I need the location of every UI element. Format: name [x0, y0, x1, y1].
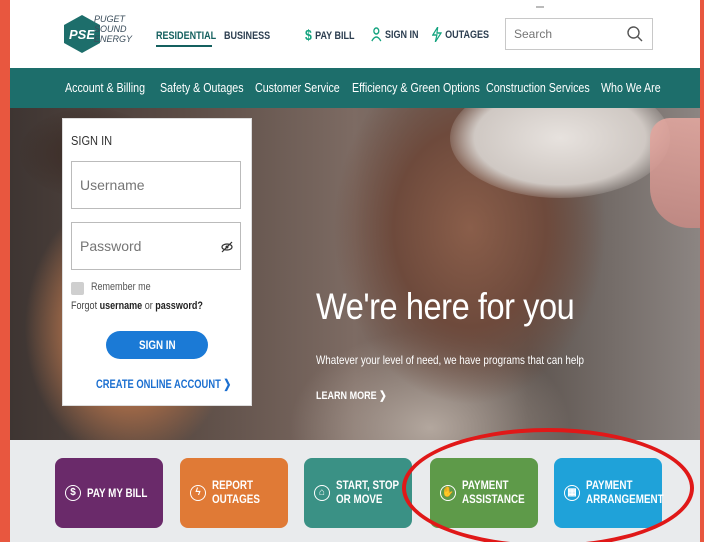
search-icon[interactable] [626, 25, 644, 43]
nav-efficiency-green[interactable]: Efficiency & Green Options [352, 80, 480, 95]
browser-page: PSE PUGET SOUND ENERGY RESIDENTIAL BUSIN… [10, 0, 700, 542]
remember-me-label: Remember me [91, 281, 151, 293]
username-field[interactable] [71, 161, 241, 209]
dollar-icon: $ [305, 27, 312, 44]
search-box[interactable] [505, 18, 653, 50]
nav-customer-service[interactable]: Customer Service [255, 80, 340, 95]
hero-photo-grandmother [450, 108, 670, 198]
password-input[interactable] [78, 237, 222, 255]
hero-title: We're here for you [316, 286, 575, 327]
password-field[interactable] [71, 222, 241, 270]
username-input[interactable] [78, 176, 222, 194]
dollar-icon: $ [65, 485, 81, 501]
hero-subtitle: Whatever your level of need, we have pro… [316, 353, 585, 367]
sign-in-link[interactable]: SIGN IN [371, 27, 419, 42]
learn-more-link[interactable]: LEARN MORE ❯ [316, 389, 387, 402]
svg-text:PSE: PSE [69, 27, 95, 42]
sign-in-title: SIGN IN [71, 133, 113, 148]
search-input[interactable] [512, 26, 626, 42]
active-tab-indicator [156, 45, 212, 47]
main-navigation: Account & Billing Safety & Outages Custo… [10, 68, 700, 108]
forgot-credentials: Forgot username or password? [71, 300, 203, 312]
sign-in-panel: SIGN IN Remember me Forgot username or p… [62, 118, 252, 406]
report-outages-tile[interactable]: ϟ REPORT OUTAGES [180, 458, 288, 528]
scroll-marker [536, 6, 544, 8]
nav-construction-services[interactable]: Construction Services [486, 80, 590, 95]
remember-me-checkbox[interactable] [71, 282, 84, 295]
hero-photo-scarf [650, 118, 700, 228]
tab-residential[interactable]: RESIDENTIAL [156, 30, 216, 42]
tab-business[interactable]: BUSINESS [224, 30, 270, 42]
logo-wordmark: PUGET SOUND ENERGY [94, 14, 133, 44]
pay-my-bill-tile[interactable]: $ PAY MY BILL [55, 458, 163, 528]
forgot-username-link[interactable]: username [100, 300, 143, 312]
bolt-icon: ϟ [190, 485, 206, 501]
user-icon [371, 27, 382, 42]
red-annotation-circle [402, 428, 694, 542]
site-header: PSE PUGET SOUND ENERGY RESIDENTIAL BUSIN… [10, 0, 700, 68]
bolt-icon [432, 27, 442, 42]
pay-bill-link[interactable]: $ PAY BILL [305, 27, 355, 44]
create-account-link[interactable]: CREATE ONLINE ACCOUNT ❯ [96, 377, 231, 391]
move-icon: ⌂ [314, 485, 330, 501]
sign-in-button[interactable]: SIGN IN [106, 331, 208, 359]
nav-who-we-are[interactable]: Who We Are [601, 80, 661, 95]
forgot-password-link[interactable]: password? [155, 300, 203, 312]
nav-account-billing[interactable]: Account & Billing [65, 80, 145, 95]
start-stop-move-tile[interactable]: ⌂ START, STOP OR MOVE [304, 458, 412, 528]
outages-link[interactable]: OUTAGES [432, 27, 489, 42]
hide-password-icon[interactable] [220, 240, 234, 254]
nav-safety-outages[interactable]: Safety & Outages [160, 80, 244, 95]
